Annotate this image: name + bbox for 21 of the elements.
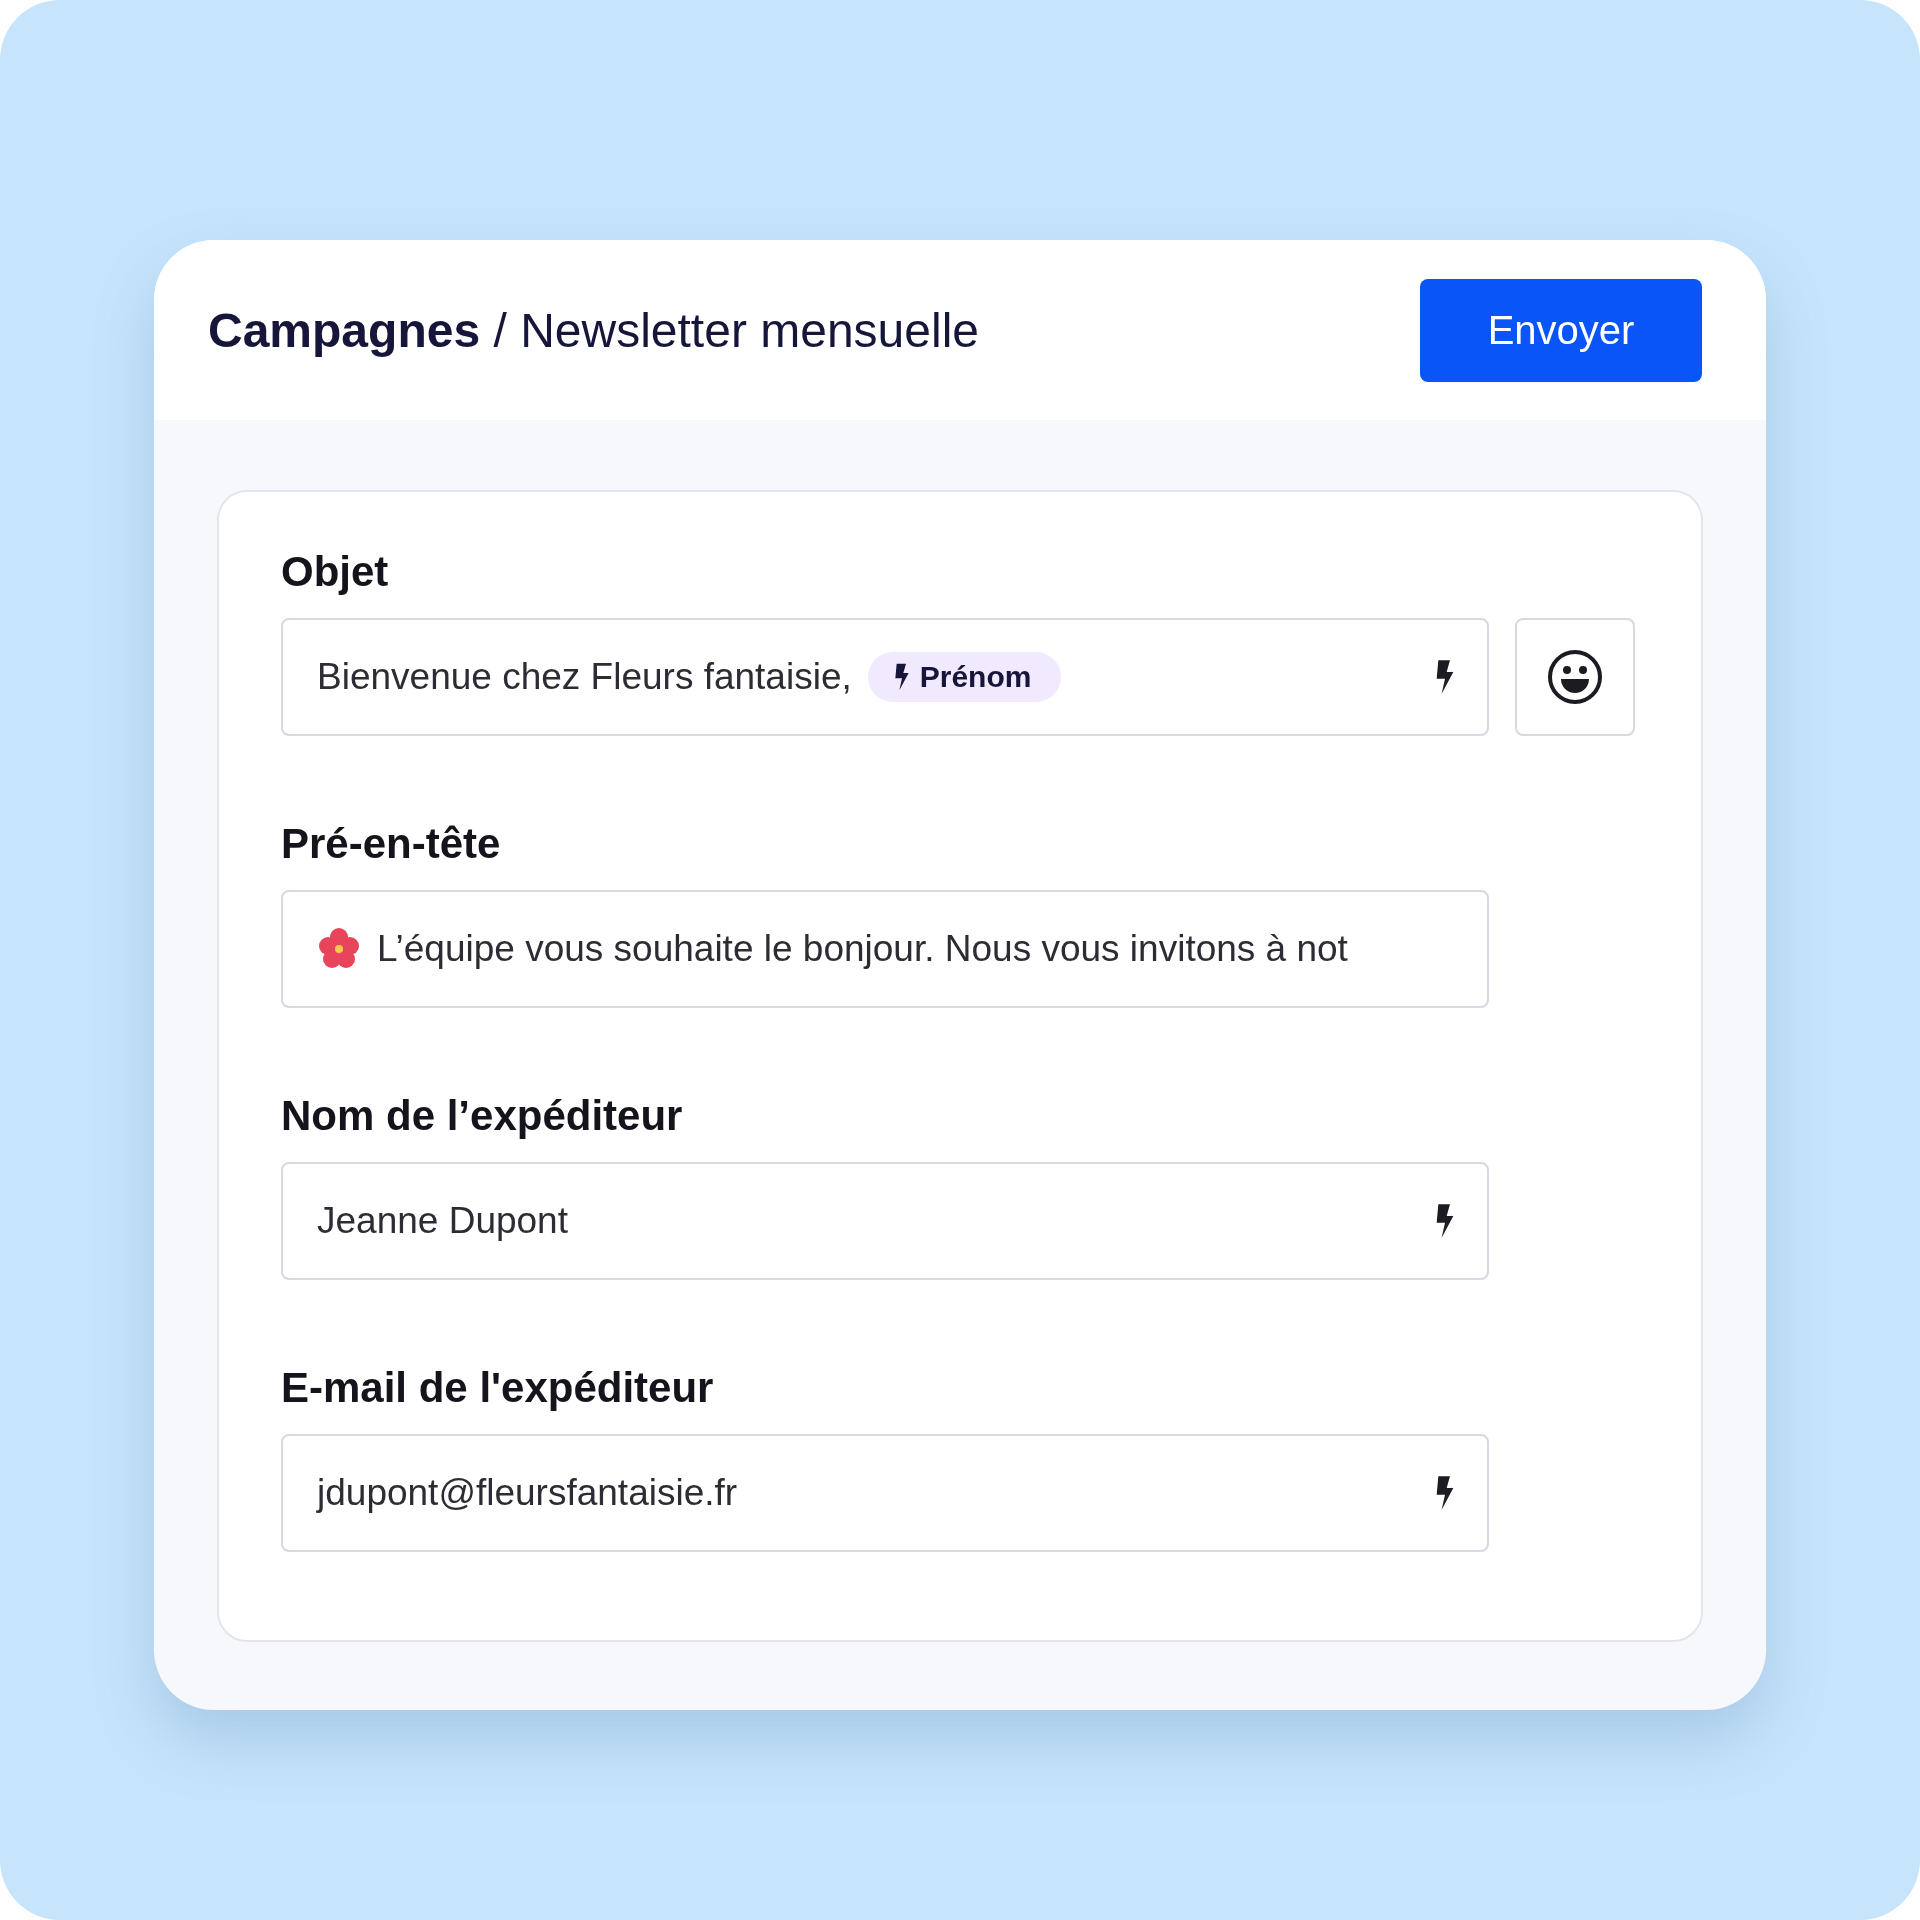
lightning-icon[interactable]: [1435, 1475, 1455, 1511]
lightning-icon[interactable]: [1435, 1203, 1455, 1239]
text-field[interactable]: Jeanne Dupont: [281, 1162, 1489, 1280]
text-field[interactable]: jdupont@fleursfantaisie.fr: [281, 1434, 1489, 1552]
breadcrumb: Campagnes / Newsletter mensuelle: [208, 302, 979, 358]
smiley-icon: [1547, 649, 1603, 705]
lightning-icon[interactable]: [1435, 659, 1455, 695]
token-chip[interactable]: Prénom: [867, 652, 1062, 702]
field-value: Bienvenue chez Fleurs fantaisie,: [317, 656, 852, 698]
field-label: Pré-en-tête: [281, 820, 501, 868]
emoji-button[interactable]: [1515, 618, 1635, 736]
field-label: Objet: [281, 548, 389, 596]
text-field[interactable]: L’équipe vous souhaite le bonjour. Nous vous invitons à not: [281, 890, 1489, 1008]
flower-icon: [317, 927, 361, 971]
field-label: E-mail de l'expéditeur: [281, 1364, 714, 1412]
send-button[interactable]: Envoyer: [1420, 278, 1702, 382]
text-field[interactable]: Bienvenue chez Fleurs fantaisie, Prénom: [281, 618, 1489, 736]
field-label: Nom de l’expéditeur: [281, 1092, 683, 1140]
field-value: Jeanne Dupont: [317, 1200, 568, 1242]
field-value: L’équipe vous souhaite le bonjour. Nous vous invitons à not: [377, 928, 1348, 970]
field-value: jdupont@fleursfantaisie.fr: [317, 1472, 738, 1514]
